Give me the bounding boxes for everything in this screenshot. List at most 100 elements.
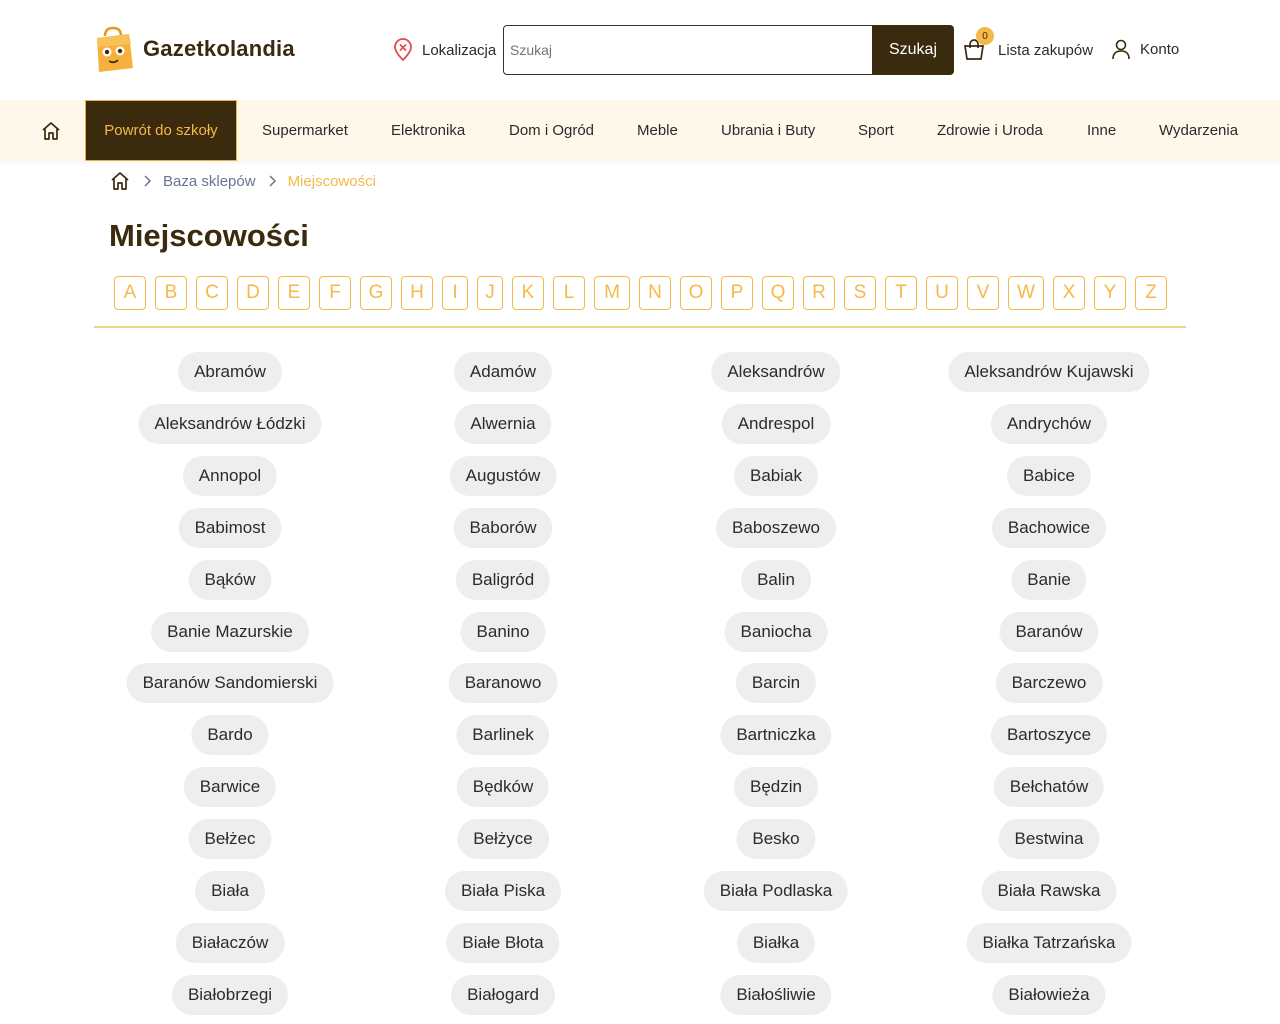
letter-t[interactable]: T	[885, 276, 917, 310]
city-link[interactable]: Banie	[1011, 559, 1087, 600]
city-link[interactable]: Banino	[460, 611, 546, 652]
letter-v[interactable]: V	[967, 276, 999, 310]
city-link[interactable]: Będków	[456, 767, 550, 808]
letter-j[interactable]: J	[477, 276, 503, 310]
city-link[interactable]: Balin	[741, 559, 811, 600]
city-link[interactable]: Aleksandrów Kujawski	[948, 352, 1150, 392]
letter-d[interactable]: D	[237, 276, 269, 310]
breadcrumb-home-icon[interactable]	[109, 170, 131, 192]
city-link[interactable]: Bartoszyce	[990, 715, 1108, 756]
city-link[interactable]: Będzin	[734, 767, 818, 808]
nav-item-clothes-shoes[interactable]: Ubrania i Buty	[721, 100, 815, 161]
home-icon[interactable]	[40, 120, 62, 142]
search-button[interactable]: Szukaj	[872, 25, 954, 75]
city-link[interactable]: Babiak	[734, 455, 818, 496]
letter-e[interactable]: E	[278, 276, 310, 310]
letter-x[interactable]: X	[1053, 276, 1085, 310]
city-link[interactable]: Biała Piska	[444, 871, 562, 911]
city-link[interactable]: Barczewo	[995, 663, 1103, 704]
city-link[interactable]: Białe Błota	[446, 922, 560, 963]
letter-n[interactable]: N	[639, 276, 671, 310]
letter-m[interactable]: M	[594, 276, 630, 310]
nav-item-events[interactable]: Wydarzenia	[1159, 100, 1238, 161]
city-link[interactable]: Babimost	[178, 507, 282, 548]
city-link[interactable]: Baligród	[455, 559, 551, 600]
letter-b[interactable]: B	[155, 276, 187, 310]
city-link[interactable]: Białogard	[451, 974, 555, 1015]
nav-item-furniture[interactable]: Meble	[637, 100, 678, 161]
nav-item-back-to-school[interactable]: Powrót do szkoły	[85, 100, 237, 161]
city-link[interactable]: Białaczów	[175, 922, 285, 963]
letter-g[interactable]: G	[360, 276, 392, 310]
shopping-list-button[interactable]: 0 Lista zakupów	[962, 27, 1093, 62]
city-link[interactable]: Aleksandrów	[711, 352, 841, 392]
search-input[interactable]	[504, 26, 872, 74]
account-button[interactable]: Konto	[1110, 38, 1179, 60]
city-link[interactable]: Baranów Sandomierski	[126, 663, 334, 704]
letter-a[interactable]: A	[114, 276, 146, 310]
city-link[interactable]: Bartniczka	[720, 715, 832, 756]
city-link[interactable]: Besko	[736, 819, 816, 860]
city-link[interactable]: Adamów	[453, 352, 553, 392]
city-link[interactable]: Bełchatów	[993, 767, 1105, 808]
city-link[interactable]: Bełżec	[188, 819, 272, 860]
logo[interactable]: Gazetkolandia	[93, 24, 295, 74]
city-link[interactable]: Bachowice	[991, 507, 1107, 548]
letter-y[interactable]: Y	[1094, 276, 1126, 310]
city-link[interactable]: Bąków	[188, 559, 272, 600]
nav-item-health-beauty[interactable]: Zdrowie i Uroda	[937, 100, 1043, 161]
city-link[interactable]: Barcin	[735, 663, 817, 704]
city-link[interactable]: Alwernia	[454, 403, 552, 444]
city-link[interactable]: Andrychów	[990, 403, 1108, 444]
letter-k[interactable]: K	[512, 276, 544, 310]
city-link[interactable]: Aleksandrów Łódzki	[138, 403, 322, 444]
letter-f[interactable]: F	[319, 276, 351, 310]
city-link[interactable]: Białobrzegi	[171, 974, 289, 1015]
letter-r[interactable]: R	[803, 276, 835, 310]
city-link[interactable]: Baranów	[999, 611, 1099, 652]
header: Gazetkolandia Lokalizacja Szukaj 0 Lista…	[0, 0, 1280, 100]
letter-i[interactable]: I	[442, 276, 468, 310]
city-link[interactable]: Białośliwie	[720, 974, 832, 1015]
city-link[interactable]: Biała Podlaska	[703, 871, 849, 911]
letter-q[interactable]: Q	[762, 276, 794, 310]
letter-l[interactable]: L	[553, 276, 585, 310]
city-link[interactable]: Bardo	[191, 715, 269, 756]
letter-c[interactable]: C	[196, 276, 228, 310]
letter-z[interactable]: Z	[1135, 276, 1167, 310]
breadcrumb-store-base[interactable]: Baza sklepów	[163, 173, 256, 190]
nav-item-electronics[interactable]: Elektronika	[391, 100, 465, 161]
city-link[interactable]: Andrespol	[721, 403, 831, 444]
city-link[interactable]: Baranowo	[448, 663, 558, 704]
letter-s[interactable]: S	[844, 276, 876, 310]
city-link[interactable]: Augustów	[449, 455, 557, 496]
nav-item-other[interactable]: Inne	[1087, 100, 1116, 161]
letter-p[interactable]: P	[721, 276, 753, 310]
city-link[interactable]: Baboszewo	[716, 507, 836, 548]
letter-h[interactable]: H	[401, 276, 433, 310]
letter-o[interactable]: O	[680, 276, 712, 310]
city-link[interactable]: Białka Tatrzańska	[966, 922, 1132, 963]
city-link[interactable]: Białowieża	[992, 974, 1106, 1015]
location-label: Lokalizacja	[422, 41, 497, 59]
city-link[interactable]: Biała	[195, 871, 265, 911]
city-link[interactable]: Babice	[1007, 455, 1091, 496]
location-button[interactable]: Lokalizacja	[392, 38, 496, 62]
nav-item-sport[interactable]: Sport	[858, 100, 894, 161]
search-field[interactable]	[503, 25, 873, 75]
city-link[interactable]: Bełżyce	[457, 819, 549, 860]
city-link[interactable]: Barwice	[183, 767, 277, 808]
city-link[interactable]: Banie Mazurskie	[151, 611, 309, 652]
letter-w[interactable]: W	[1008, 276, 1044, 310]
nav-item-supermarket[interactable]: Supermarket	[262, 100, 348, 161]
city-link[interactable]: Barlinek	[456, 715, 550, 756]
city-link[interactable]: Annopol	[182, 455, 278, 496]
city-link[interactable]: Baniocha	[724, 611, 828, 652]
nav-item-home-garden[interactable]: Dom i Ogród	[509, 100, 594, 161]
letter-u[interactable]: U	[926, 276, 958, 310]
city-link[interactable]: Bestwina	[998, 819, 1100, 860]
city-link[interactable]: Abramów	[178, 352, 282, 392]
city-link[interactable]: Baborów	[453, 507, 553, 548]
city-link[interactable]: Białka	[736, 922, 816, 963]
city-link[interactable]: Biała Rawska	[981, 871, 1117, 911]
